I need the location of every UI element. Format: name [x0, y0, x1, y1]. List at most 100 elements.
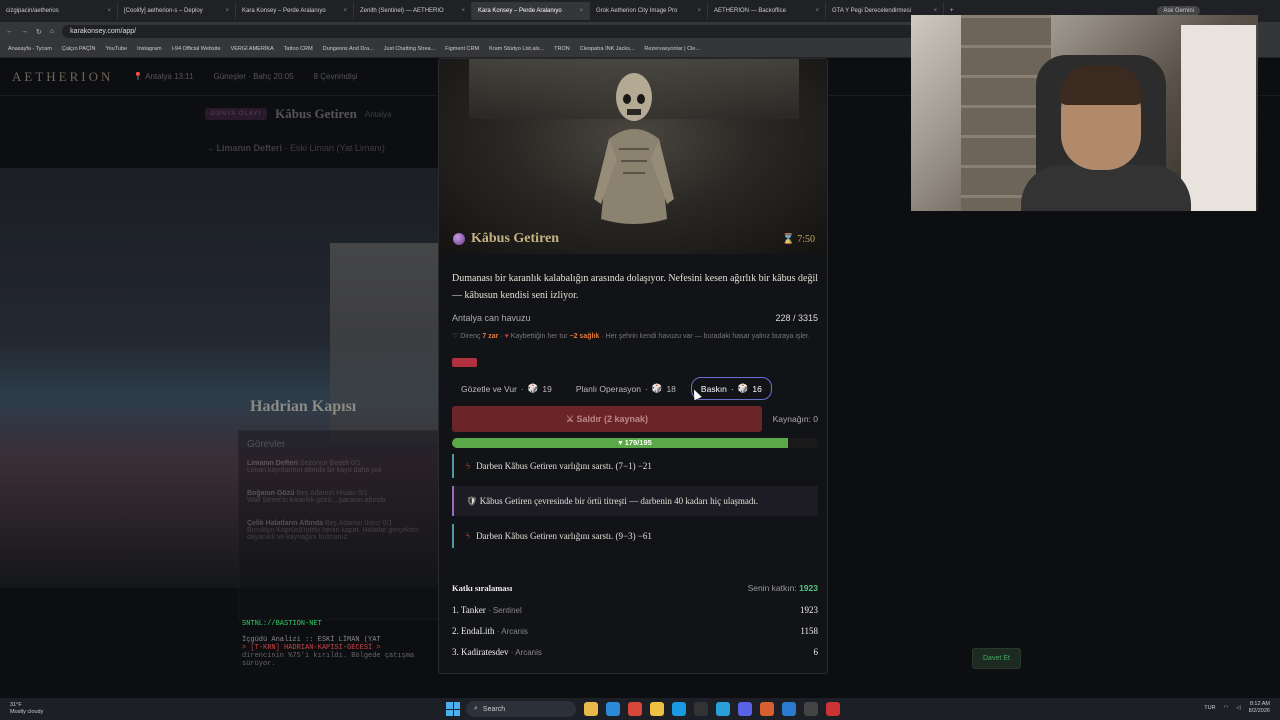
- bookmark[interactable]: YouTube: [105, 46, 127, 52]
- task-name: Limanın Defteri: [247, 460, 298, 467]
- task-item[interactable]: Boğanın Gözü Beş Adamın Hisabı 0/1 Wall S…: [247, 490, 431, 504]
- task-item[interactable]: Limanın Defteri Sezonun Bedeli 0/1 Liman …: [247, 460, 431, 474]
- dice-icon: 🎲: [651, 383, 663, 393]
- bookmark[interactable]: I-94 Official Website: [172, 46, 221, 52]
- url-input[interactable]: karakonsey.com/app/: [62, 25, 923, 38]
- tab-label: Kara Konsey – Perde Aralanıyo: [478, 8, 562, 14]
- mode-observe-strike[interactable]: Gözetle ve Vur · 🎲 19: [452, 377, 561, 400]
- recording-icon[interactable]: [826, 702, 840, 716]
- browser-tab[interactable]: AETHERION — Backoffice ×: [708, 2, 826, 20]
- chrome-icon[interactable]: [628, 702, 642, 716]
- bookmark[interactable]: VERGİ AMERİKA: [231, 46, 274, 52]
- forward-icon[interactable]: →: [21, 28, 28, 35]
- close-icon[interactable]: ×: [579, 8, 583, 14]
- quest-breadcrumb: → Limanın Defteri · Eski Liman (Yat Lima…: [205, 143, 385, 153]
- shield-icon: 🛡: [466, 496, 478, 506]
- close-icon[interactable]: ×: [225, 8, 229, 14]
- telegram-icon[interactable]: [716, 702, 730, 716]
- attack-row: ⚔ Saldır (2 kaynak) Kaynağın: 0: [452, 406, 818, 432]
- system-tray: TUR ◠ ◁ 8:12 AM 8/2/2026: [1204, 701, 1270, 715]
- discord-icon[interactable]: [738, 702, 752, 716]
- ranking-row: 2. EndaLith · Arcanis 1158: [452, 626, 818, 636]
- mode-dice: 19: [542, 383, 552, 394]
- clock-date: 8/2/2026: [1248, 708, 1270, 714]
- back-icon[interactable]: ←: [6, 28, 13, 35]
- bookmark[interactable]: Anasayfa - Tycam: [8, 46, 52, 52]
- volume-icon[interactable]: ◁: [1236, 705, 1240, 711]
- browser-tab-active[interactable]: Kara Konsey – Perde Aralanıyo ×: [472, 2, 590, 20]
- lang-indicator[interactable]: TUR: [1204, 705, 1215, 711]
- reload-icon[interactable]: ↻: [36, 28, 42, 36]
- pool-label: Antalya can havuzu: [452, 313, 531, 323]
- obs-icon[interactable]: [804, 702, 818, 716]
- browser-tab[interactable]: [Coolify] aetherion-s – Deploy ×: [118, 2, 236, 20]
- tab-label: GTA Y Pegi Derecelendirmesi: [832, 8, 912, 14]
- resist-value: 7 zar: [482, 333, 499, 340]
- bookmark[interactable]: TRON: [554, 46, 570, 52]
- app-icon[interactable]: [760, 702, 774, 716]
- wifi-icon[interactable]: ◠: [1224, 705, 1229, 711]
- close-icon[interactable]: ×: [815, 8, 819, 14]
- terminal-line: SNTNL://BASTION-NET: [242, 620, 322, 628]
- bookmark[interactable]: Dungeons And Dra...: [323, 46, 374, 52]
- terminal-icon[interactable]: [694, 702, 708, 716]
- quest-name[interactable]: Limanın Defteri: [217, 143, 283, 153]
- clock-time: 8:12 AM: [1249, 701, 1270, 707]
- weather-temp: 31°F: [10, 702, 22, 708]
- world-event-badge: DÜNYA OLAYI: [205, 108, 268, 120]
- mode-label: Baskın: [700, 383, 727, 394]
- new-tab-icon[interactable]: +: [944, 8, 960, 14]
- player-name[interactable]: Tanker: [461, 605, 486, 615]
- mode-dice: 16: [752, 383, 762, 394]
- home-icon[interactable]: ⌂: [50, 28, 54, 35]
- windows-start-icon[interactable]: [446, 702, 460, 716]
- pool-note: · Her şehrin kendi havuzu var — buradaki…: [601, 333, 810, 340]
- online-label: 8 Çevrimdişi: [313, 72, 358, 81]
- clock[interactable]: 8:12 AM 8/2/2026: [1249, 701, 1270, 715]
- task-name: Çelik Halatların Altında: [247, 520, 323, 527]
- taskbar-search[interactable]: ⌕ Search: [466, 701, 576, 717]
- bookmark[interactable]: Just Chatting Strea...: [384, 46, 435, 52]
- task-text: Wall Street'in karanlık gözü... paranın …: [247, 497, 386, 504]
- browser-tab[interactable]: cizgipacin/aetherios ×: [0, 2, 118, 20]
- bookmark[interactable]: Figment CRM: [445, 46, 479, 52]
- file-explorer-icon[interactable]: [584, 702, 598, 716]
- mode-planned-op[interactable]: Planlı Operasyon · 🎲 18: [567, 377, 685, 400]
- mode-raid[interactable]: Baskın · 🎲 16: [690, 377, 772, 400]
- city-name: Antalya: [145, 72, 172, 81]
- close-icon[interactable]: ×: [107, 8, 111, 14]
- task-item[interactable]: Çelik Halatların Altında Beş Adamın İkin…: [247, 520, 431, 541]
- bookmark[interactable]: Instagram: [137, 46, 161, 52]
- bookmark[interactable]: Çalçın PAÇİN: [62, 46, 96, 52]
- rank-number: 2.: [452, 626, 459, 636]
- webcam-overlay: [911, 15, 1258, 211]
- world-event-title[interactable]: Kâbus Getiren: [275, 106, 357, 122]
- person-body: [1021, 165, 1191, 211]
- folder-icon[interactable]: [650, 702, 664, 716]
- tasks-panel: Görevler Limanın Defteri Sezonun Bedeli …: [238, 430, 440, 620]
- player-score: 1923: [800, 605, 818, 615]
- player-name[interactable]: EndaLith: [461, 626, 495, 636]
- bookmark[interactable]: Kram Stüdyo List.als...: [489, 46, 544, 52]
- combat-log[interactable]: ϟ Darben Kâbus Getiren varlığını sarstı. …: [452, 454, 818, 569]
- edge-icon[interactable]: [606, 702, 620, 716]
- app-logo[interactable]: AETHERION: [12, 69, 113, 85]
- bookmark[interactable]: Tattoo CRM: [284, 46, 313, 52]
- close-icon[interactable]: ×: [933, 8, 937, 14]
- browser-tab[interactable]: Kara Konsey – Perde Aralanıyo ×: [236, 2, 354, 20]
- browser-tab[interactable]: Grok Aetherion City Image Pro ×: [590, 2, 708, 20]
- skype-icon[interactable]: [672, 702, 686, 716]
- attack-button[interactable]: ⚔ Saldır (2 kaynak): [452, 406, 762, 432]
- resource-label: Kaynağın: 0: [772, 414, 818, 424]
- close-icon[interactable]: ×: [343, 8, 347, 14]
- close-icon[interactable]: ×: [461, 8, 465, 14]
- bookmark[interactable]: Cleopatra INK Jacks...: [580, 46, 635, 52]
- invite-button[interactable]: Davet Et: [972, 648, 1021, 669]
- vscode-icon[interactable]: [782, 702, 796, 716]
- weather-widget[interactable]: 31°F Mostly cloudy: [10, 702, 43, 716]
- city-time: 13:11: [174, 72, 194, 81]
- bookmark[interactable]: Rezervasyonlar | Cle...: [644, 46, 700, 52]
- close-icon[interactable]: ×: [697, 8, 701, 14]
- browser-tab[interactable]: Zenith (Sentinel) — AETHERIO ×: [354, 2, 472, 20]
- player-name[interactable]: Kadiratesdev: [461, 647, 508, 657]
